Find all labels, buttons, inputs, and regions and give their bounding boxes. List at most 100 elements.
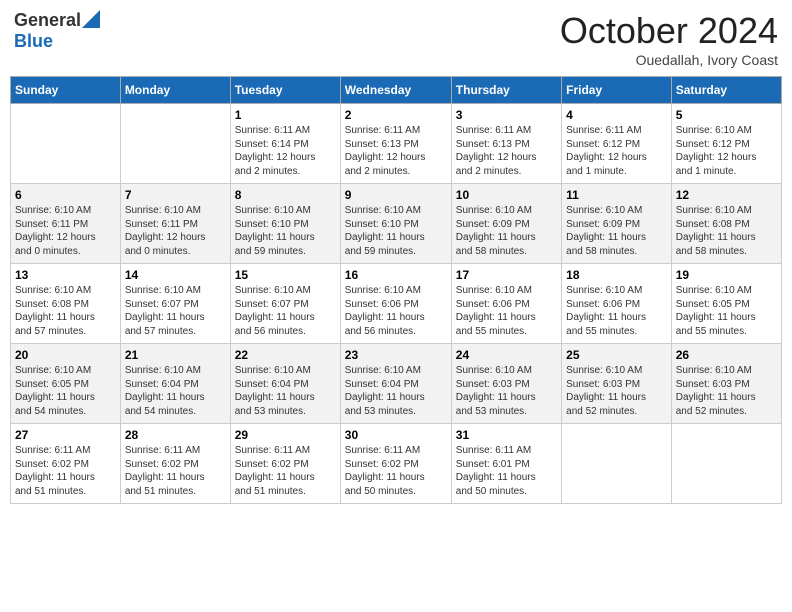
day-number: 13 (15, 268, 116, 282)
calendar-cell: 30 Sunrise: 6:11 AMSunset: 6:02 PMDayligh… (340, 424, 451, 504)
day-detail: Sunrise: 6:10 AMSunset: 6:05 PMDaylight:… (15, 364, 116, 418)
day-detail: Sunrise: 6:10 AMSunset: 6:07 PMDaylight:… (235, 284, 336, 338)
day-number: 16 (345, 268, 447, 282)
day-number: 30 (345, 428, 447, 442)
day-detail: Sunrise: 6:10 AMSunset: 6:06 PMDaylight:… (456, 284, 557, 338)
calendar-cell: 21 Sunrise: 6:10 AMSunset: 6:04 PMDayligh… (120, 344, 230, 424)
logo-general-text: General (14, 10, 81, 31)
calendar-cell: 26 Sunrise: 6:10 AMSunset: 6:03 PMDayligh… (671, 344, 781, 424)
calendar-cell: 1Sunrise: 6:11 AMSunset: 6:14 PMDaylight… (230, 104, 340, 184)
day-detail: Sunrise: 6:10 AMSunset: 6:09 PMDaylight:… (456, 204, 557, 258)
day-detail: Sunrise: 6:10 AMSunset: 6:04 PMDaylight:… (125, 364, 226, 418)
day-header-sunday: Sunday (11, 77, 121, 104)
day-detail: Sunrise: 6:10 AMSunset: 6:03 PMDaylight:… (676, 364, 777, 418)
day-detail: Sunrise: 6:11 AMSunset: 6:02 PMDaylight:… (235, 444, 336, 498)
day-number: 10 (456, 188, 557, 202)
calendar-cell (120, 104, 230, 184)
day-number: 24 (456, 348, 557, 362)
day-number: 5 (676, 108, 777, 122)
calendar-cell: 24 Sunrise: 6:10 AMSunset: 6:03 PMDayligh… (451, 344, 561, 424)
calendar-cell: 12 Sunrise: 6:10 AMSunset: 6:08 PMDayligh… (671, 184, 781, 264)
calendar-cell: 4 Sunrise: 6:11 AMSunset: 6:12 PMDaylight… (562, 104, 672, 184)
day-number: 26 (676, 348, 777, 362)
calendar-cell (11, 104, 121, 184)
day-number: 9 (345, 188, 447, 202)
day-detail: Sunrise: 6:10 AMSunset: 6:11 PMDaylight:… (15, 204, 116, 258)
day-number: 31 (456, 428, 557, 442)
day-detail: Sunrise: 6:10 AMSunset: 6:04 PMDaylight:… (235, 364, 336, 418)
day-detail: Sunrise: 6:10 AMSunset: 6:08 PMDaylight:… (676, 204, 777, 258)
day-detail: Sunrise: 6:10 AMSunset: 6:06 PMDaylight:… (345, 284, 447, 338)
calendar-cell: 10 Sunrise: 6:10 AMSunset: 6:09 PMDayligh… (451, 184, 561, 264)
calendar-body: 1Sunrise: 6:11 AMSunset: 6:14 PMDaylight… (11, 104, 782, 504)
day-number: 17 (456, 268, 557, 282)
month-title: October 2024 (560, 10, 778, 52)
day-detail: Sunrise: 6:11 AMSunset: 6:12 PMDaylight:… (566, 124, 667, 178)
calendar-cell: 6 Sunrise: 6:10 AMSunset: 6:11 PMDaylight… (11, 184, 121, 264)
day-header-thursday: Thursday (451, 77, 561, 104)
calendar-cell: 27 Sunrise: 6:11 AMSunset: 6:02 PMDayligh… (11, 424, 121, 504)
day-detail: Sunrise: 6:11 AMSunset: 6:02 PMDaylight:… (345, 444, 447, 498)
calendar-cell: 28 Sunrise: 6:11 AMSunset: 6:02 PMDayligh… (120, 424, 230, 504)
calendar-cell: 5Sunrise: 6:10 AMSunset: 6:12 PMDaylight… (671, 104, 781, 184)
calendar-week-3: 13 Sunrise: 6:10 AMSunset: 6:08 PMDayligh… (11, 264, 782, 344)
day-detail: Sunrise: 6:10 AMSunset: 6:11 PMDaylight:… (125, 204, 226, 258)
day-number: 11 (566, 188, 667, 202)
day-number: 25 (566, 348, 667, 362)
logo-blue-text: Blue (14, 31, 53, 52)
calendar-cell: 22 Sunrise: 6:10 AMSunset: 6:04 PMDayligh… (230, 344, 340, 424)
location-subtitle: Ouedallah, Ivory Coast (560, 52, 778, 68)
day-detail: Sunrise: 6:10 AMSunset: 6:09 PMDaylight:… (566, 204, 667, 258)
calendar-cell: 23 Sunrise: 6:10 AMSunset: 6:04 PMDayligh… (340, 344, 451, 424)
calendar-cell: 31 Sunrise: 6:11 AMSunset: 6:01 PMDayligh… (451, 424, 561, 504)
calendar-cell (671, 424, 781, 504)
day-detail: Sunrise: 6:10 AMSunset: 6:08 PMDaylight:… (15, 284, 116, 338)
calendar-cell: 15Sunrise: 6:10 AMSunset: 6:07 PMDayligh… (230, 264, 340, 344)
day-number: 8 (235, 188, 336, 202)
day-number: 4 (566, 108, 667, 122)
day-header-monday: Monday (120, 77, 230, 104)
day-number: 29 (235, 428, 336, 442)
logo-icon (82, 10, 100, 28)
day-header-wednesday: Wednesday (340, 77, 451, 104)
day-detail: Sunrise: 6:11 AMSunset: 6:02 PMDaylight:… (15, 444, 116, 498)
logo: General Blue (14, 10, 100, 52)
day-detail: Sunrise: 6:10 AMSunset: 6:03 PMDaylight:… (566, 364, 667, 418)
calendar-cell: 19Sunrise: 6:10 AMSunset: 6:05 PMDayligh… (671, 264, 781, 344)
calendar-cell: 2Sunrise: 6:11 AMSunset: 6:13 PMDaylight… (340, 104, 451, 184)
day-detail: Sunrise: 6:10 AMSunset: 6:03 PMDaylight:… (456, 364, 557, 418)
calendar-cell: 20Sunrise: 6:10 AMSunset: 6:05 PMDayligh… (11, 344, 121, 424)
calendar-header-row: SundayMondayTuesdayWednesdayThursdayFrid… (11, 77, 782, 104)
day-detail: Sunrise: 6:11 AMSunset: 6:02 PMDaylight:… (125, 444, 226, 498)
day-number: 22 (235, 348, 336, 362)
day-detail: Sunrise: 6:11 AMSunset: 6:01 PMDaylight:… (456, 444, 557, 498)
calendar-week-1: 1Sunrise: 6:11 AMSunset: 6:14 PMDaylight… (11, 104, 782, 184)
day-number: 23 (345, 348, 447, 362)
calendar-cell: 25 Sunrise: 6:10 AMSunset: 6:03 PMDayligh… (562, 344, 672, 424)
day-number: 19 (676, 268, 777, 282)
day-detail: Sunrise: 6:10 AMSunset: 6:04 PMDaylight:… (345, 364, 447, 418)
day-number: 21 (125, 348, 226, 362)
calendar-week-4: 20Sunrise: 6:10 AMSunset: 6:05 PMDayligh… (11, 344, 782, 424)
day-detail: Sunrise: 6:10 AMSunset: 6:10 PMDaylight:… (235, 204, 336, 258)
calendar-week-2: 6 Sunrise: 6:10 AMSunset: 6:11 PMDaylight… (11, 184, 782, 264)
calendar-cell: 8 Sunrise: 6:10 AMSunset: 6:10 PMDaylight… (230, 184, 340, 264)
day-number: 18 (566, 268, 667, 282)
calendar-table: SundayMondayTuesdayWednesdayThursdayFrid… (10, 76, 782, 504)
calendar-cell (562, 424, 672, 504)
day-number: 12 (676, 188, 777, 202)
day-number: 6 (15, 188, 116, 202)
day-number: 3 (456, 108, 557, 122)
day-header-saturday: Saturday (671, 77, 781, 104)
day-detail: Sunrise: 6:10 AMSunset: 6:06 PMDaylight:… (566, 284, 667, 338)
day-header-friday: Friday (562, 77, 672, 104)
calendar-cell: 16 Sunrise: 6:10 AMSunset: 6:06 PMDayligh… (340, 264, 451, 344)
calendar-cell: 29 Sunrise: 6:11 AMSunset: 6:02 PMDayligh… (230, 424, 340, 504)
day-number: 27 (15, 428, 116, 442)
calendar-cell: 13 Sunrise: 6:10 AMSunset: 6:08 PMDayligh… (11, 264, 121, 344)
day-detail: Sunrise: 6:11 AMSunset: 6:13 PMDaylight:… (456, 124, 557, 178)
calendar-cell: 9Sunrise: 6:10 AMSunset: 6:10 PMDaylight… (340, 184, 451, 264)
calendar-cell: 14Sunrise: 6:10 AMSunset: 6:07 PMDayligh… (120, 264, 230, 344)
calendar-cell: 11 Sunrise: 6:10 AMSunset: 6:09 PMDayligh… (562, 184, 672, 264)
day-number: 28 (125, 428, 226, 442)
